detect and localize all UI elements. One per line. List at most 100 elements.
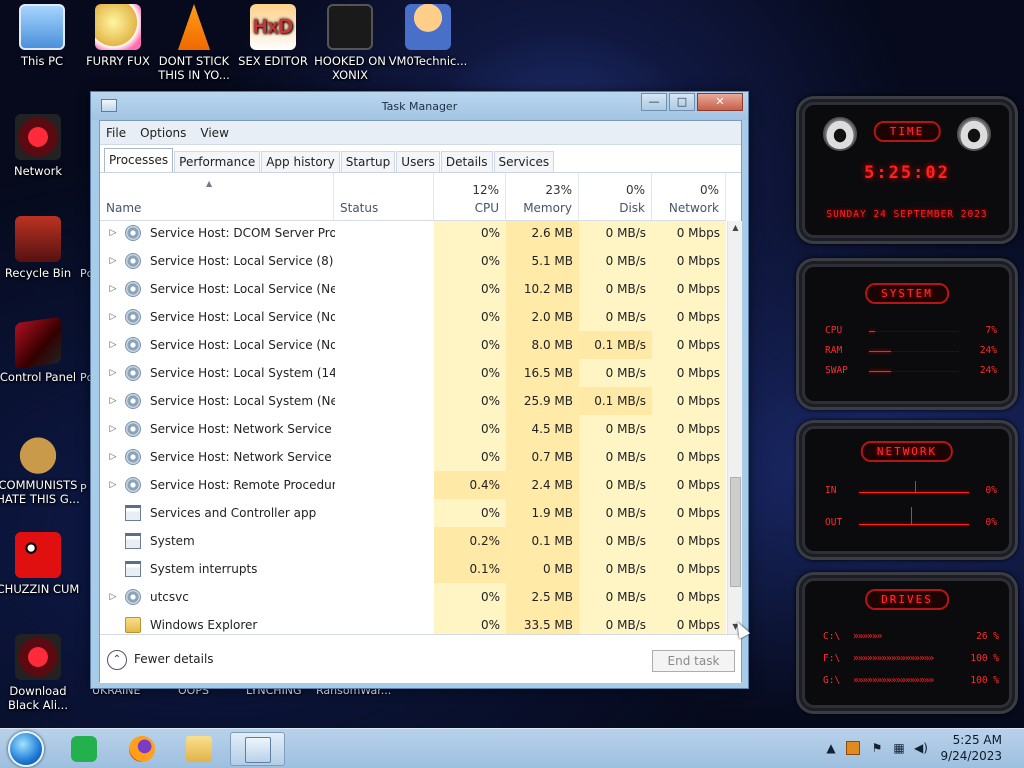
maximize-button[interactable]: □ [669,93,695,111]
alien-head-icon [823,117,857,151]
table-row[interactable]: ▷ Service Host: Local Service (No I... 0% 2… [100,303,726,331]
expand-arrow-icon[interactable]: ▷ [106,583,120,611]
recycle-bin-icon [15,216,61,262]
menu-view[interactable]: View [200,126,228,140]
table-row[interactable]: Services and Controller app 0% 1.9 MB 0 MB/… [100,499,726,527]
tab-details[interactable]: Details [440,151,493,172]
task-manager-window[interactable]: Task Manager — □ ✕ File Options View Pro… [90,91,749,689]
flag-icon[interactable]: ⚑ [870,741,884,755]
tab-users[interactable]: Users [396,151,440,172]
ram-meter: RAM 24% [825,345,997,357]
cpu-meter: CPU 7% [825,325,997,337]
table-row[interactable]: System interrupts 0.1% 0 MB 0 MB/s 0 Mbps [100,555,726,583]
desktop-icon-furry-fux[interactable]: FURRY FUX [76,4,160,68]
table-row[interactable]: ▷ Service Host: Local System (Net... 0% 25.… [100,387,726,415]
clock-time[interactable]: 5:25 AM [953,733,1002,747]
column-header-network[interactable]: 0% Network [652,173,726,221]
chevron-up-icon[interactable]: ⌃ [107,650,127,670]
network-cell: 0 Mbps [676,618,720,632]
scroll-up-arrow-icon[interactable]: ▲ [728,221,743,235]
scroll-thumb[interactable] [730,477,741,587]
taskbar-firefox[interactable] [120,732,162,766]
desktop-icon-chuzzin[interactable]: CHUZZIN CUM [0,532,80,596]
desktop-icon-recycle-bin[interactable]: Recycle Bin [0,216,80,280]
menu-options[interactable]: Options [140,126,186,140]
tab-app-history[interactable]: App history [261,151,340,172]
tab-services[interactable]: Services [493,151,555,172]
column-header-memory[interactable]: 23% Memory [506,173,579,221]
expand-arrow-icon[interactable]: ▷ [106,247,120,275]
app-icon [125,505,141,521]
column-header-status[interactable]: Status [334,173,434,221]
column-header-name[interactable]: ▲ Name [100,173,334,221]
app-tray-icon[interactable] [846,741,860,755]
drive-usage-bar: »»»»»»»»»»»»»»»»» [853,675,934,686]
desktop-icon-hooked-on-xonix[interactable]: HOOKED ON XONIX [308,4,392,82]
desktop-icon-network[interactable]: Network [0,114,80,178]
desktop-icon-label: Download Black Ali... [8,684,68,712]
vertical-scrollbar[interactable]: ▲ ▼ [727,221,742,634]
expand-arrow-icon[interactable]: ▷ [106,275,120,303]
time-gadget[interactable]: TIME 5:25:02 SUNDAY 24 SEPTEMBER 2023 [796,96,1018,244]
desktop-icon-vm0technic[interactable]: VM0Technic... [386,4,470,68]
memory-cell: 33.5 MB [523,618,573,632]
network-cell: 0 Mbps [676,562,720,576]
table-row[interactable]: Windows Explorer 0% 33.5 MB 0 MB/s 0 Mbps [100,611,726,634]
desktop-icon-download-black-alien[interactable]: Download Black Ali... [0,634,80,712]
desktop-icon-dont-stick[interactable]: DONT STICK THIS IN YO... [152,4,236,82]
fewer-details-link[interactable]: Fewer details [134,652,214,666]
tab-startup[interactable]: Startup [340,151,396,172]
table-row[interactable]: ▷ Service Host: Network Service (4) 0% 4.5 … [100,415,726,443]
show-hidden-icons-chevron-icon[interactable]: ▲ [824,741,838,755]
expand-arrow-icon[interactable]: ▷ [106,331,120,359]
volume-icon[interactable]: ◀) [914,741,928,755]
desktop-icon-communists[interactable]: COMMUNISTS HATE THIS G... [0,428,80,506]
desktop-icon-sex-editor[interactable]: HxD SEX EDITOR [231,4,315,68]
column-header-cpu[interactable]: 12% CPU [434,173,506,221]
network-gadget[interactable]: NETWORK IN 0% OUT 0% [796,420,1018,560]
tab-performance[interactable]: Performance [174,151,261,172]
close-button[interactable]: ✕ [697,93,743,111]
tab-processes[interactable]: Processes [104,148,174,172]
table-row[interactable]: ▷ Service Host: Local Service (Net... 0% 10… [100,275,726,303]
expand-arrow-icon[interactable]: ▷ [106,303,120,331]
drive-value: 26 % [976,631,999,642]
clock-date[interactable]: 9/24/2023 [940,749,1002,763]
desktop-icon-this-pc[interactable]: This PC [0,4,84,68]
disk-cell: 0.1 MB/s [579,387,652,415]
expand-arrow-icon[interactable]: ▷ [106,415,120,443]
disk-cell: 0 MB/s [605,254,646,268]
expand-arrow-icon[interactable]: ▷ [106,359,120,387]
meter-value: 24% [979,345,997,356]
desktop-icon-control-panel[interactable]: Control Panel [0,316,80,384]
network-cell: 0 Mbps [676,254,720,268]
column-header-disk[interactable]: 0% Disk [579,173,652,221]
expand-arrow-icon[interactable]: ▷ [106,387,120,415]
table-row[interactable]: ▷ Service Host: Local Service (No ... 0% 8.… [100,331,726,359]
menu-file[interactable]: File [106,126,126,140]
table-row[interactable]: ▷ Service Host: Remote Procedure... 0.4% 2.… [100,471,726,499]
drives-gadget[interactable]: DRIVES C:\ »»»»»» 26 % F:\ »»»»»»»»»»»»»… [796,572,1018,714]
table-row[interactable]: ▷ Service Host: Network Service (... 0% 0.7… [100,443,726,471]
table-row[interactable]: ▷ Service Host: Local Service (8) 0% 5.1 MB… [100,247,726,275]
expand-arrow-icon[interactable]: ▷ [106,443,120,471]
column-label: CPU [474,201,499,215]
table-row[interactable]: ▷ Service Host: DCOM Server Proc... 0% 2.6 … [100,221,726,247]
taskbar-file-explorer[interactable] [177,732,219,766]
end-task-button[interactable]: End task [652,650,735,672]
minimize-button[interactable]: — [641,93,667,111]
expand-arrow-icon[interactable]: ▷ [106,471,120,499]
table-row[interactable]: ▷ utcsvc 0% 2.5 MB 0 MB/s 0 Mbps [100,583,726,611]
title-bar[interactable]: Task Manager — □ ✕ [91,92,748,120]
network-cell: 0 Mbps [676,450,720,464]
taskbar-task-manager[interactable] [230,732,285,766]
drive-value: 100 % [970,653,999,664]
network-tray-icon[interactable]: ▦ [892,741,906,755]
table-row[interactable]: ▷ Service Host: Local System (14) 0% 16.5 M… [100,359,726,387]
system-gadget[interactable]: SYSTEM CPU 7% RAM 24% SWAP 24% [796,258,1018,410]
start-button[interactable] [8,731,44,767]
table-row[interactable]: System 0.2% 0.1 MB 0 MB/s 0 Mbps [100,527,726,555]
taskbar-notes-app[interactable] [62,732,104,766]
drive-value: 100 % [970,675,999,686]
expand-arrow-icon[interactable]: ▷ [106,221,120,247]
